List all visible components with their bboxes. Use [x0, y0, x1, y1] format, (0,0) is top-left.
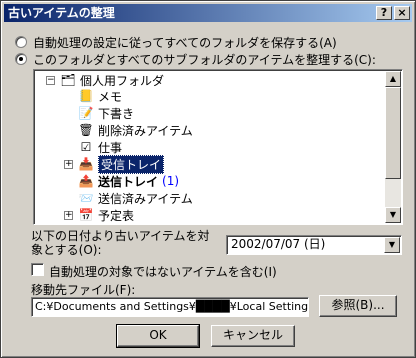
calendar-expand-toggle[interactable]: + [64, 211, 73, 220]
tree-node-outbox-label: 送信トレイ [98, 174, 159, 189]
radio-keep-settings-label: 自動処理の設定に従ってすべてのフォルダを保存する(A) [33, 35, 337, 50]
ok-button[interactable]: OK [116, 324, 200, 348]
keep-settings-option[interactable]: 自動処理の設定に従ってすべてのフォルダを保存する(A) [15, 34, 337, 50]
tree-node-memo[interactable]: 📒 メモ [78, 88, 123, 104]
personal-folders-icon: 🗂 [60, 73, 76, 87]
tree-node-journal-label: 履歴 [98, 222, 122, 223]
outbox-icon: 📤 [78, 174, 94, 188]
chevron-down-icon[interactable]: ▼ [384, 237, 400, 253]
tree-node-sent-label: 送信済みアイテム [98, 191, 193, 206]
tree-node-calendar[interactable]: 📅 予定表 [78, 207, 135, 223]
tree-node-drafts[interactable]: 📝 下書き [78, 105, 135, 121]
inbox-icon: 📥 [78, 157, 94, 171]
archive-folder-option[interactable]: このフォルダとすべてのサブフォルダのアイテムを整理する(C): [15, 51, 376, 67]
cancel-button[interactable]: キャンセル [211, 325, 295, 347]
inbox-expand-toggle[interactable]: + [64, 160, 73, 169]
tree-node-tasks-label: 仕事 [98, 140, 123, 155]
archive-path-input[interactable]: C:¥Documents and Settings¥████¥Local Set… [31, 297, 309, 317]
tree-node-memo-label: メモ [98, 89, 123, 104]
radio-archive-folder[interactable] [15, 53, 27, 65]
window-title: 古いアイテムの整理 [8, 6, 115, 20]
scroll-thumb[interactable] [385, 87, 401, 179]
sent-icon: 📨 [78, 191, 94, 205]
date-label: 以下の日付より古いアイテムを対象とする(O): [31, 229, 210, 257]
include-unscheduled-label: 自動処理の対象ではないアイテムを含む(I) [49, 265, 277, 279]
tree-node-tasks[interactable]: ☑ 仕事 [78, 139, 122, 155]
tree-node-deleted-label: 削除済みアイテム [98, 123, 193, 138]
title-bar: 古いアイテムの整理 ? × [4, 4, 412, 22]
help-button[interactable]: ? [376, 6, 392, 20]
radio-archive-folder-label: このフォルダとすべてのサブフォルダのアイテムを整理する(C): [33, 52, 376, 67]
tree-node-root[interactable]: 🗂 個人用フォルダ [60, 72, 164, 88]
move-to-label: 移動先ファイル(F): [31, 283, 136, 297]
note-icon: 📒 [78, 89, 94, 103]
browse-button[interactable]: 参照(B)... [319, 295, 397, 317]
archive-dialog: 古いアイテムの整理 ? × 自動処理の設定に従ってすべてのフォルダを保存する(A… [0, 0, 416, 358]
tree-node-root-label: 個人用フォルダ [80, 73, 165, 88]
trash-icon: 🗑 [78, 123, 94, 137]
radio-keep-settings[interactable] [15, 36, 27, 48]
scroll-up-button[interactable]: ▲ [385, 71, 401, 87]
task-icon: ☑ [80, 140, 92, 154]
tree-node-drafts-label: 下書き [98, 106, 135, 121]
tree-node-calendar-label: 予定表 [98, 208, 135, 223]
tree-node-inbox[interactable]: 📥 受信トレイ [78, 154, 165, 174]
tree-scrollbar[interactable]: ▲ ▼ [385, 71, 401, 223]
tree-node-inbox-label: 受信トレイ [98, 154, 165, 174]
date-value: 2002/07/07 (日) [231, 237, 326, 251]
folder-tree[interactable]: − 🗂 個人用フォルダ 📒 メモ 📝 下書き 🗑 削除済みアイテム ☑ 仕事 +… [33, 69, 403, 225]
folder-tree-content: − 🗂 個人用フォルダ 📒 メモ 📝 下書き 🗑 削除済みアイテム ☑ 仕事 +… [36, 72, 384, 222]
tree-node-deleted[interactable]: 🗑 削除済みアイテム [78, 122, 193, 138]
draft-icon: 📝 [78, 106, 94, 120]
include-unscheduled-checkbox[interactable] [31, 263, 44, 276]
outbox-count-badge: (1) [162, 174, 180, 188]
date-dropdown[interactable]: 2002/07/07 (日) ▼ [226, 235, 402, 255]
tree-node-outbox[interactable]: 📤 送信トレイ (1) [78, 173, 180, 189]
close-button[interactable]: × [394, 6, 410, 20]
scroll-down-button[interactable]: ▼ [385, 207, 401, 223]
calendar-icon: 📅 [78, 208, 94, 222]
tree-node-sent[interactable]: 📨 送信済みアイテム [78, 190, 193, 206]
root-collapse-toggle[interactable]: − [46, 76, 55, 85]
